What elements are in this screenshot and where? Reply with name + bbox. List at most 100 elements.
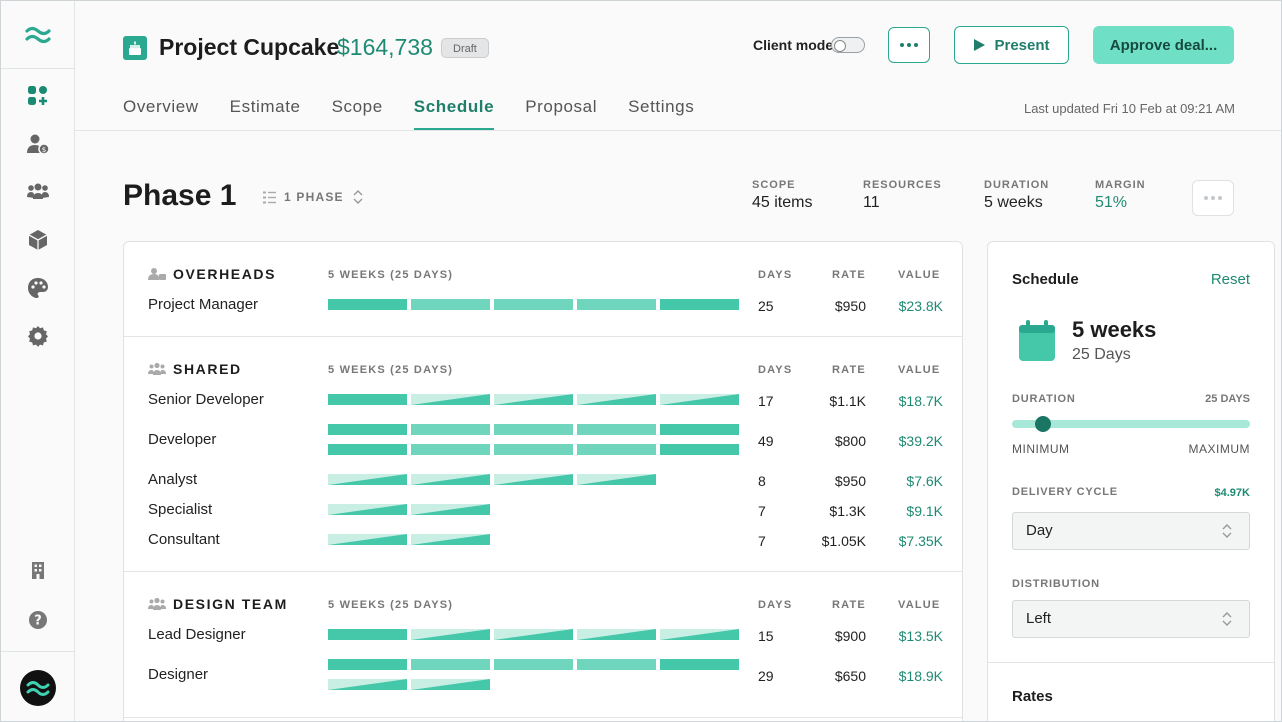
rate-column-label: RATE [832,364,866,376]
duration-column-label: 5 WEEKS (25 DAYS) [328,269,454,281]
bar-segment [494,444,573,455]
stat-value: 45 items [752,194,813,211]
role-days: 17 [758,393,774,409]
distribution-select[interactable]: Left [1012,600,1250,638]
phase-selector[interactable]: 1 PHASE [263,189,364,205]
bar-segment [328,299,407,310]
days-column-label: DAYS [758,599,793,611]
rate-column-label: RATE [832,599,866,611]
role-value: $23.8K [898,298,943,314]
stat-label: SCOPE [752,179,796,191]
user-avatar[interactable] [1,651,74,721]
section-header: OVERHEADS [148,266,276,282]
role-days: 29 [758,668,774,684]
bar-segment [577,629,656,640]
bar-segment [660,659,739,670]
duration-value: 25 DAYS [1205,393,1250,405]
delivery-cycle-select[interactable]: Day [1012,512,1250,550]
bar-segment [328,629,407,640]
schedule-card: OVERHEADS 5 WEEKS (25 DAYS) DAYS RATE VA… [123,241,963,721]
role-value: $7.35K [898,533,943,549]
product-box-icon[interactable] [23,225,53,255]
role-days: 7 [758,533,766,549]
settings-gear-icon[interactable] [23,321,53,351]
bar-segment [411,679,490,690]
sidebar: $ ? [1,1,75,721]
list-icon [263,191,276,203]
role-value: $7.6K [906,473,943,489]
role-value: $18.7K [898,393,943,409]
bar-segment [660,444,739,455]
team-icon[interactable] [23,177,53,207]
role-name: Project Manager [148,296,259,313]
chevron-updown-icon [1222,612,1232,626]
building-icon[interactable] [23,555,53,585]
tab-proposal[interactable]: Proposal [525,97,597,130]
phase-title: Phase 1 [123,179,237,212]
section-title: DESIGN TEAM [173,596,288,612]
help-icon[interactable]: ? [23,605,53,635]
stat-value: 11 [863,194,880,211]
bar-segment [328,424,407,435]
bar-segment [660,424,739,435]
tab-estimate[interactable]: Estimate [230,97,301,130]
phase-more-button[interactable] [1192,180,1234,216]
bar-segment [328,534,407,545]
bar-segment [577,424,656,435]
project-header: Project Cupcake $164,738 Draft Client mo… [75,1,1281,131]
app-window: $ ? Project Cupcake $164,738 Draft Clien… [0,0,1282,722]
stat-label: DURATION [984,179,1050,191]
status-badge: Draft [441,38,489,58]
dashboard-icon[interactable] [23,81,53,111]
role-value: $9.1K [906,503,943,519]
section-overheads: OVERHEADS 5 WEEKS (25 DAYS) DAYS RATE VA… [124,242,962,337]
bar-segment [328,504,407,515]
section-title: OVERHEADS [173,266,277,282]
tab-schedule[interactable]: Schedule [413,97,495,130]
bar-segment [411,394,490,405]
svg-text:?: ? [34,614,42,629]
tab-scope[interactable]: Scope [332,97,383,130]
client-billing-icon[interactable]: $ [23,129,53,159]
role-days: 15 [758,628,774,644]
role-rate: $650 [834,668,866,684]
stat-label: MARGIN [1095,179,1146,191]
bar-segment [660,629,739,640]
reset-link[interactable]: Reset [1211,271,1250,288]
section-shared: SHARED 5 WEEKS (25 DAYS) DAYS RATE VALUE… [124,337,962,572]
duration-label: DURATION [1012,393,1076,405]
bar-segment [494,629,573,640]
bar-segment [411,299,490,310]
client-mode-toggle[interactable] [831,37,865,53]
section-header: DESIGN TEAM [148,596,288,612]
role-days: 49 [758,433,774,449]
present-button[interactable]: Present [954,26,1069,64]
project-title: Project Cupcake [159,34,340,60]
tab-settings[interactable]: Settings [628,97,694,130]
duration-slider-handle[interactable] [1034,416,1051,432]
palette-icon[interactable] [23,273,53,303]
tab-overview[interactable]: Overview [123,97,199,130]
days-column-label: DAYS [758,269,793,281]
bar-segment [328,394,407,405]
duration-weeks: 5 weeks [1072,317,1157,342]
bar-segment [577,299,656,310]
stat-duration: DURATION 5 weeks [984,179,1049,212]
stat-value: 51% [1095,194,1128,211]
bar-segment [577,474,656,485]
bar-segment [411,629,490,640]
bar-segment [328,679,407,690]
role-rate: $950 [834,298,866,314]
panel-divider [988,662,1274,663]
role-days: 25 [758,298,774,314]
bar-segment [494,474,573,485]
more-options-button[interactable] [888,27,930,63]
section-design-team: DESIGN TEAM 5 WEEKS (25 DAYS) DAYS RATE … [124,572,962,718]
approve-deal-button[interactable]: Approve deal... [1093,26,1234,64]
delivery-cycle-value: $4.97K [1214,487,1250,499]
app-logo[interactable] [1,1,74,69]
section-title: SHARED [173,361,242,377]
stat-scope: SCOPE 45 items [752,179,812,212]
bar-segment [411,474,490,485]
bar-segment [577,444,656,455]
